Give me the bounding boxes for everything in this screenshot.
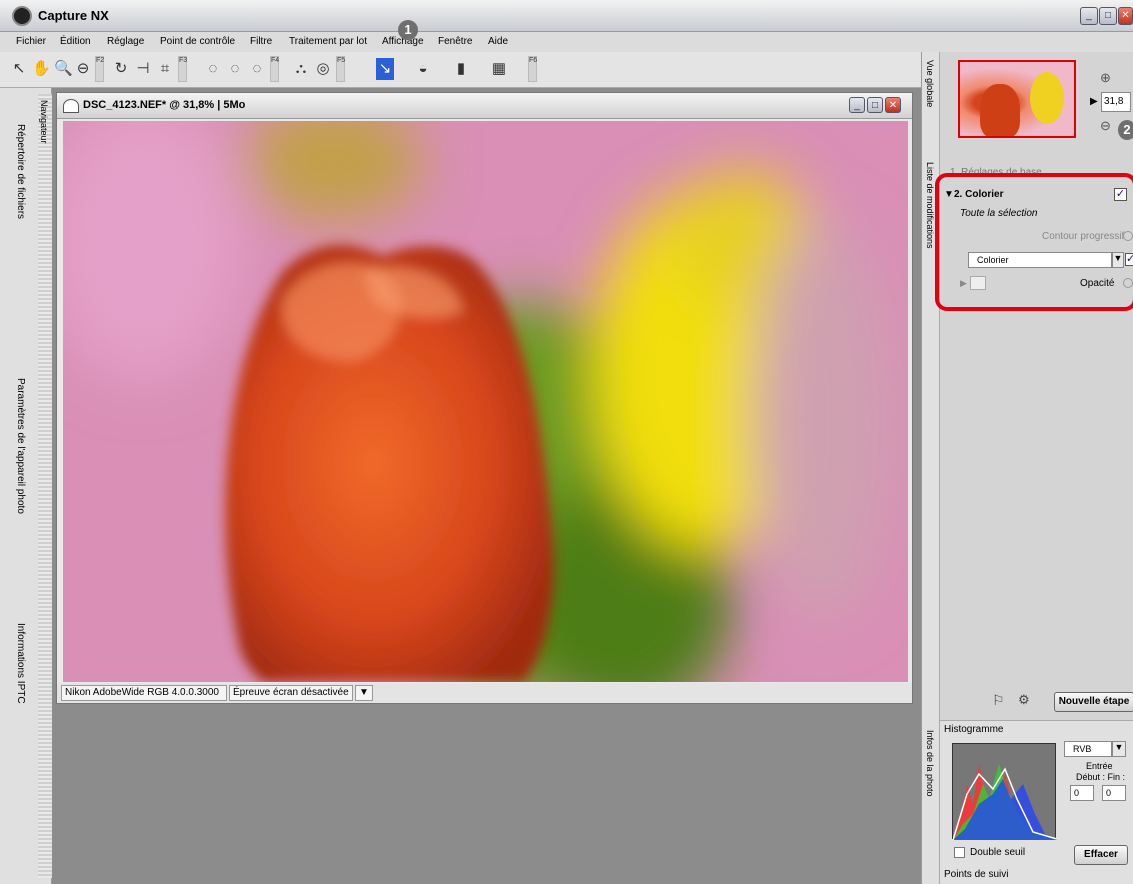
close-button[interactable]: ✕ (1118, 7, 1133, 25)
menu-traitement-par-lot[interactable]: Traitement par lot (289, 36, 367, 47)
thumbnail-red-tulip (980, 84, 1020, 136)
red-eye-tool-icon[interactable]: ⛬ (292, 58, 310, 80)
f5-expander[interactable]: F5 (336, 56, 345, 82)
histogram-end-field[interactable]: 0 (1102, 785, 1126, 801)
menu-point-de-controle[interactable]: Point de contrôle (160, 36, 235, 47)
flag-icon[interactable]: ⚐ (992, 692, 1005, 709)
navigator-strip[interactable]: Navigateur (38, 94, 52, 878)
image-status-bar: Nikon AdobeWide RGB 4.0.0.3000 Épreuve é… (57, 683, 912, 703)
white-point-icon[interactable]: ◌ (226, 58, 244, 80)
histogram-title: Histogramme (944, 724, 1004, 735)
crop-tool-icon[interactable]: ⌗ (156, 58, 174, 80)
channel-arrow-icon[interactable]: ▼ (1112, 741, 1126, 757)
callout-badge-2: 2 (1118, 120, 1133, 140)
menu-aide[interactable]: Aide (488, 36, 508, 47)
menu-edition[interactable]: Édition (60, 36, 91, 47)
color-profile-label: Nikon AdobeWide RGB 4.0.0.3000 (61, 685, 227, 701)
f4-expander[interactable]: F4 (270, 56, 279, 82)
lasso-tool-icon[interactable]: ◒ (414, 58, 432, 80)
tracking-points-label[interactable]: Points de suivi (944, 869, 1008, 880)
image-window: DSC_4123.NEF* @ 31,8% | 5Mo _ □ ✕ Nikon … (56, 92, 913, 704)
f3-expander[interactable]: F3 (178, 56, 187, 82)
thumbnail-yellow-tulip (1030, 72, 1064, 124)
right-panel: Vue globale Liste de modifications Infos… (921, 52, 1133, 884)
tab-informations-iptc[interactable]: Informations IPTC (15, 623, 26, 704)
rotate-tool-icon[interactable]: ↻ (112, 58, 130, 80)
tulip-photo (63, 121, 908, 682)
settings-gear-icon[interactable]: ⚙ (1018, 692, 1030, 708)
brush-selection-tool-icon[interactable]: ↘ (376, 58, 394, 80)
menu-bar: Fichier Édition Réglage Point de contrôl… (0, 32, 1133, 52)
tab-vue-globale[interactable]: Vue globale (925, 60, 935, 107)
straighten-tool-icon[interactable]: ⊣ (134, 58, 152, 80)
fill-tool-icon[interactable]: ▦ (490, 58, 508, 80)
document-icon (63, 99, 79, 113)
app-title: Capture NX (38, 8, 109, 23)
title-bar: Capture NX _ □ ✕ (0, 0, 1133, 32)
zoom-in-icon[interactable]: ⊕ (1100, 70, 1111, 86)
zoom-out-icon[interactable]: ⊖ (1100, 118, 1111, 134)
maximize-button[interactable]: □ (1099, 7, 1117, 25)
tab-liste-de-modifications[interactable]: Liste de modifications (925, 162, 935, 249)
histogram-graph (952, 743, 1058, 841)
double-threshold-label: Double seuil (970, 847, 1026, 858)
tab-navigateur[interactable]: Navigateur (39, 100, 49, 144)
arrow-tool-icon[interactable]: ↖ (10, 58, 28, 80)
clear-button[interactable]: Effacer (1074, 845, 1128, 865)
f6-expander[interactable]: F6 (528, 56, 537, 82)
overview-thumbnail[interactable] (958, 60, 1076, 138)
image-maximize-button[interactable]: □ (867, 97, 883, 113)
black-point-icon[interactable]: ◌ (204, 58, 222, 80)
status-dropdown-arrow-icon[interactable]: ▼ (355, 685, 373, 701)
app-logo-icon (12, 6, 32, 26)
callout-badge-1: 1 (398, 20, 418, 40)
menu-fenetre[interactable]: Fenêtre (438, 36, 472, 47)
histogram-start-field[interactable]: 0 (1070, 785, 1094, 801)
histogram-panel: Histogramme RVB ▼ Entrée Début : Fin : 0… (940, 720, 1133, 884)
hand-tool-icon[interactable]: ✋ (32, 58, 51, 80)
new-step-button[interactable]: Nouvelle étape (1054, 692, 1133, 712)
f2-expander[interactable]: F2 (95, 56, 104, 82)
minimize-button[interactable]: _ (1080, 7, 1098, 25)
tab-repertoire-de-fichiers[interactable]: Répertoire de fichiers (15, 124, 26, 219)
double-threshold-checkbox[interactable] (954, 847, 965, 858)
image-window-title: DSC_4123.NEF* @ 31,8% | 5Mo (83, 99, 246, 111)
zoom-out-tool-icon[interactable]: ⊖ (74, 58, 92, 80)
input-label: Entrée (1086, 761, 1113, 771)
gradient-tool-icon[interactable]: ▮ (452, 58, 470, 80)
zoom-pointer-icon: ▶ (1090, 96, 1098, 107)
zoom-percentage-field[interactable]: 31,8 (1101, 92, 1131, 112)
menu-filtre[interactable]: Filtre (250, 36, 272, 47)
soft-proof-status: Épreuve écran désactivée (229, 685, 353, 701)
range-label: Début : Fin : (1076, 772, 1126, 782)
histogram-channel-dropdown[interactable]: RVB (1064, 741, 1112, 757)
photo-canvas[interactable] (63, 121, 908, 682)
image-close-button[interactable]: ✕ (885, 97, 901, 113)
menu-fichier[interactable]: Fichier (16, 36, 46, 47)
highlight-callout-box (935, 173, 1133, 311)
menu-reglage[interactable]: Réglage (107, 36, 144, 47)
tab-parametres-appareil-photo[interactable]: Paramètres de l'appareil photo (15, 378, 26, 514)
image-minimize-button[interactable]: _ (849, 97, 865, 113)
zoom-tool-icon[interactable]: 🔍 (54, 58, 73, 80)
image-window-titlebar: DSC_4123.NEF* @ 31,8% | 5Mo _ □ ✕ (57, 93, 912, 119)
tab-infos-de-la-photo[interactable]: Infos de la photo (925, 730, 935, 797)
eye-tool-icon[interactable]: ◎ (314, 58, 332, 80)
neutral-point-icon[interactable]: ◌ (248, 58, 266, 80)
